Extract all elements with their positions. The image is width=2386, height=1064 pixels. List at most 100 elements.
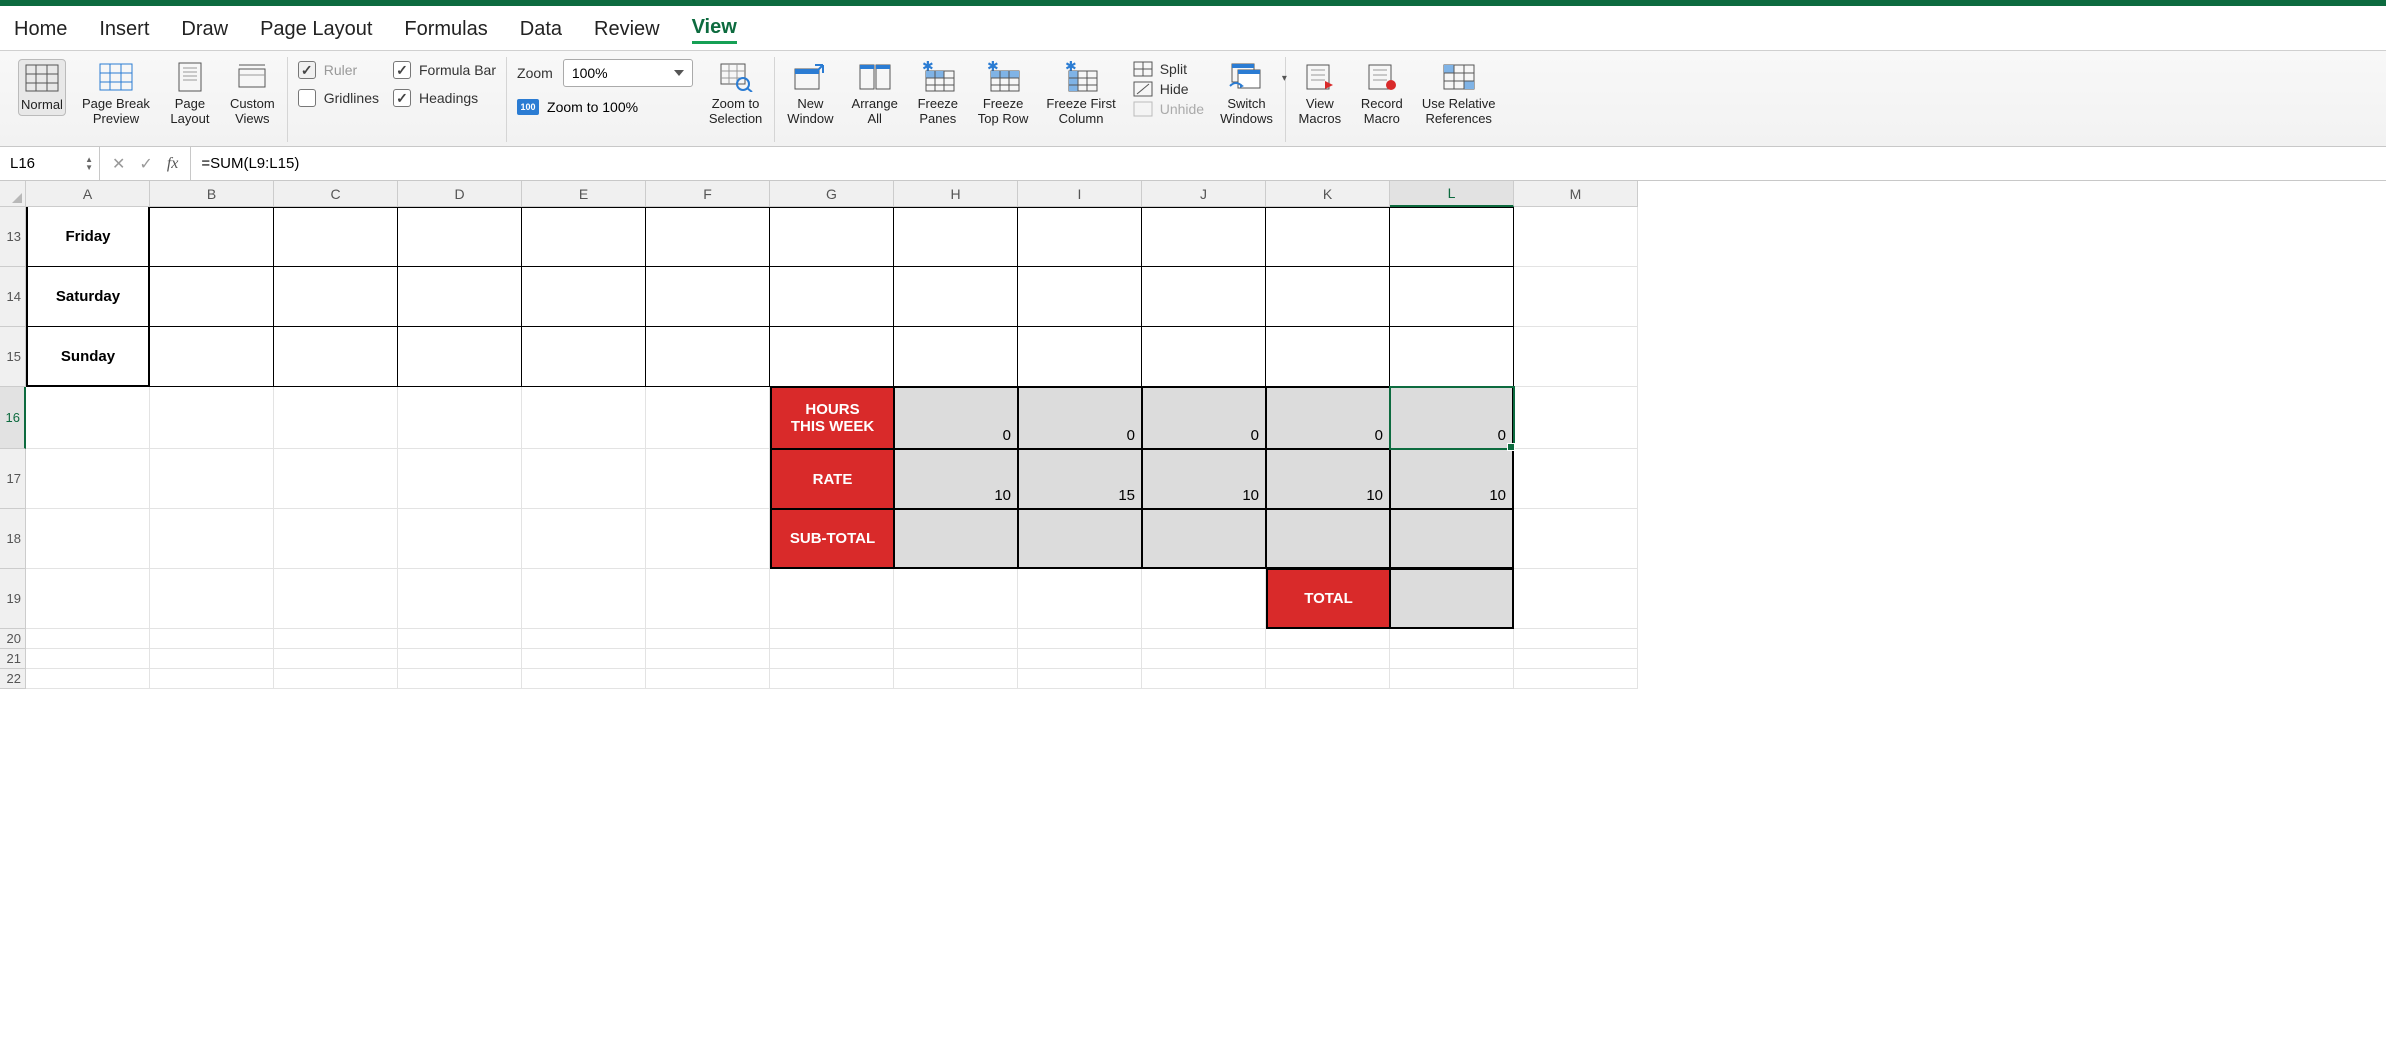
cell-G14[interactable] bbox=[770, 267, 894, 327]
cell-I14[interactable] bbox=[1018, 267, 1142, 327]
cell-B20[interactable] bbox=[150, 629, 274, 649]
cell-B14[interactable] bbox=[150, 267, 274, 327]
cell-A15[interactable]: Sunday bbox=[26, 327, 150, 387]
cell-H16[interactable]: 0 bbox=[894, 387, 1018, 449]
cell-B19[interactable] bbox=[150, 569, 274, 629]
cell-K16[interactable]: 0 bbox=[1266, 387, 1390, 449]
cell-B22[interactable] bbox=[150, 669, 274, 689]
cell-K21[interactable] bbox=[1266, 649, 1390, 669]
cell-J17[interactable]: 10 bbox=[1142, 449, 1266, 509]
cell-H20[interactable] bbox=[894, 629, 1018, 649]
cell-C13[interactable] bbox=[274, 207, 398, 267]
cell-H19[interactable] bbox=[894, 569, 1018, 629]
normal-view-button[interactable]: Normal bbox=[18, 59, 66, 116]
cell-J13[interactable] bbox=[1142, 207, 1266, 267]
cell-I17[interactable]: 15 bbox=[1018, 449, 1142, 509]
cell-E13[interactable] bbox=[522, 207, 646, 267]
cell-D16[interactable] bbox=[398, 387, 522, 449]
cell-I18[interactable] bbox=[1018, 509, 1142, 569]
cell-E20[interactable] bbox=[522, 629, 646, 649]
cell-A21[interactable] bbox=[26, 649, 150, 669]
row-header-14[interactable]: 14 bbox=[0, 267, 26, 327]
row-header-19[interactable]: 19 bbox=[0, 569, 26, 629]
cell-B13[interactable] bbox=[150, 207, 274, 267]
cell-A18[interactable] bbox=[26, 509, 150, 569]
cell-D19[interactable] bbox=[398, 569, 522, 629]
cell-D21[interactable] bbox=[398, 649, 522, 669]
cell-M20[interactable] bbox=[1514, 629, 1638, 649]
column-header-B[interactable]: B bbox=[150, 181, 274, 207]
cell-A17[interactable] bbox=[26, 449, 150, 509]
cell-C19[interactable] bbox=[274, 569, 398, 629]
ruler-toggle[interactable]: Ruler bbox=[298, 59, 379, 81]
cell-C20[interactable] bbox=[274, 629, 398, 649]
cell-J18[interactable] bbox=[1142, 509, 1266, 569]
cell-I20[interactable] bbox=[1018, 629, 1142, 649]
column-header-H[interactable]: H bbox=[894, 181, 1018, 207]
cell-K14[interactable] bbox=[1266, 267, 1390, 327]
cell-D15[interactable] bbox=[398, 327, 522, 387]
tab-review[interactable]: Review bbox=[594, 16, 660, 43]
row-header-18[interactable]: 18 bbox=[0, 509, 26, 569]
fx-icon[interactable]: fx bbox=[167, 155, 179, 173]
cell-G13[interactable] bbox=[770, 207, 894, 267]
cancel-formula-button[interactable]: ✕ bbox=[112, 154, 125, 174]
custom-views-button[interactable]: Custom Views bbox=[228, 59, 277, 129]
cell-G16[interactable]: HOURS THIS WEEK bbox=[770, 387, 894, 449]
page-layout-button[interactable]: Page Layout bbox=[166, 59, 214, 129]
new-window-button[interactable]: New Window bbox=[785, 59, 835, 129]
tab-view[interactable]: View bbox=[692, 14, 737, 44]
cell-J15[interactable] bbox=[1142, 327, 1266, 387]
column-header-F[interactable]: F bbox=[646, 181, 770, 207]
record-macro-button[interactable]: Record Macro bbox=[1358, 59, 1406, 129]
cell-I13[interactable] bbox=[1018, 207, 1142, 267]
cell-E19[interactable] bbox=[522, 569, 646, 629]
cell-M14[interactable] bbox=[1514, 267, 1638, 327]
cell-G22[interactable] bbox=[770, 669, 894, 689]
column-header-A[interactable]: A bbox=[26, 181, 150, 207]
column-header-L[interactable]: L bbox=[1390, 181, 1514, 207]
cell-H18[interactable] bbox=[894, 509, 1018, 569]
cell-E22[interactable] bbox=[522, 669, 646, 689]
cell-L21[interactable] bbox=[1390, 649, 1514, 669]
cell-A13[interactable]: Friday bbox=[26, 207, 150, 267]
zoom-select[interactable]: 100% bbox=[563, 59, 693, 87]
cell-D17[interactable] bbox=[398, 449, 522, 509]
cell-D18[interactable] bbox=[398, 509, 522, 569]
column-header-G[interactable]: G bbox=[770, 181, 894, 207]
cell-C15[interactable] bbox=[274, 327, 398, 387]
cell-A20[interactable] bbox=[26, 629, 150, 649]
cell-H17[interactable]: 10 bbox=[894, 449, 1018, 509]
column-header-E[interactable]: E bbox=[522, 181, 646, 207]
cell-D14[interactable] bbox=[398, 267, 522, 327]
column-header-K[interactable]: K bbox=[1266, 181, 1390, 207]
spreadsheet[interactable]: ABCDEFGHIJKLM 13141516171819202122 Frida… bbox=[0, 181, 2386, 701]
tab-formulas[interactable]: Formulas bbox=[404, 16, 487, 43]
column-header-M[interactable]: M bbox=[1514, 181, 1638, 207]
cell-J21[interactable] bbox=[1142, 649, 1266, 669]
headings-toggle[interactable]: Headings bbox=[393, 87, 496, 109]
cell-L19[interactable] bbox=[1390, 569, 1514, 629]
cell-F17[interactable] bbox=[646, 449, 770, 509]
hide-button[interactable]: Hide bbox=[1132, 81, 1204, 97]
accept-formula-button[interactable]: ✓ bbox=[139, 154, 152, 174]
cell-G18[interactable]: SUB-TOTAL bbox=[770, 509, 894, 569]
tab-insert[interactable]: Insert bbox=[99, 16, 149, 43]
cell-A22[interactable] bbox=[26, 669, 150, 689]
tab-data[interactable]: Data bbox=[520, 16, 562, 43]
cell-C22[interactable] bbox=[274, 669, 398, 689]
cell-M19[interactable] bbox=[1514, 569, 1638, 629]
cell-J14[interactable] bbox=[1142, 267, 1266, 327]
column-header-I[interactable]: I bbox=[1018, 181, 1142, 207]
cell-B21[interactable] bbox=[150, 649, 274, 669]
cell-I16[interactable]: 0 bbox=[1018, 387, 1142, 449]
tab-draw[interactable]: Draw bbox=[181, 16, 228, 43]
cell-E18[interactable] bbox=[522, 509, 646, 569]
row-header-20[interactable]: 20 bbox=[0, 629, 26, 649]
row-header-17[interactable]: 17 bbox=[0, 449, 26, 509]
cell-C16[interactable] bbox=[274, 387, 398, 449]
cell-H21[interactable] bbox=[894, 649, 1018, 669]
split-button[interactable]: Split bbox=[1132, 61, 1204, 77]
switch-windows-button[interactable]: Switch Windows ▾ bbox=[1218, 59, 1275, 129]
use-relative-refs-button[interactable]: Use Relative References bbox=[1420, 59, 1498, 129]
